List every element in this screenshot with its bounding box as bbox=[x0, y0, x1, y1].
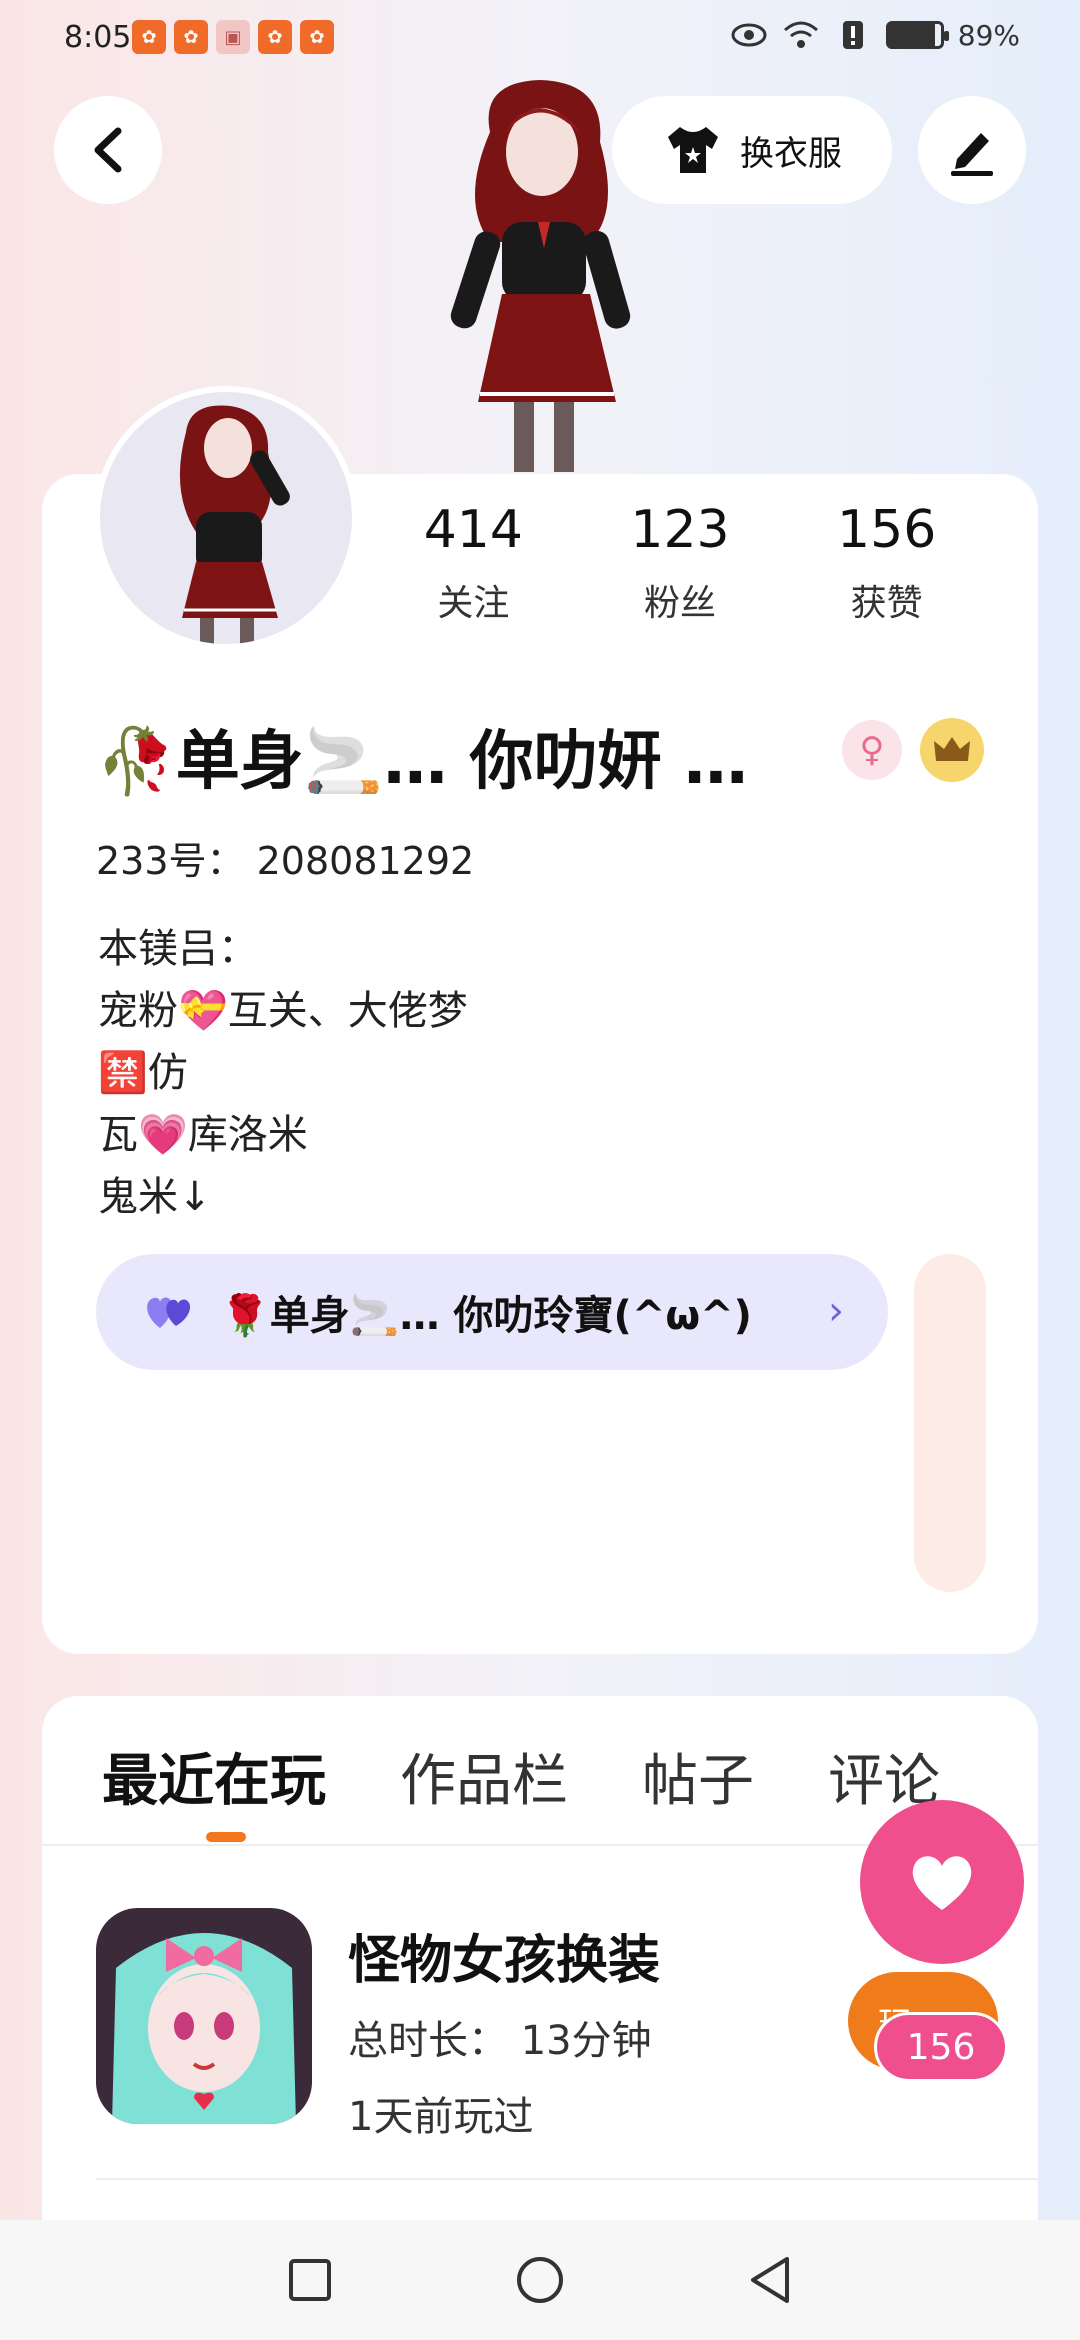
divider bbox=[96, 2178, 1038, 2180]
circle-nav-icon[interactable] bbox=[510, 2250, 570, 2310]
content-card: 最近在玩 作品栏 帖子 评论 怪物女孩换装 总时长： 13分钟 1天前玩过 玩 bbox=[42, 1696, 1038, 2256]
linked-profile-chip[interactable]: 🌹单身🚬… 你叻玲寶(^ω^) › bbox=[96, 1254, 888, 1370]
stat-label: 粉丝 bbox=[644, 583, 717, 624]
square-nav-icon[interactable] bbox=[280, 2250, 340, 2310]
battery-percent: 89% bbox=[957, 18, 1020, 52]
bio: 本镁吕： 宠粉💝互关、大佬梦 🈲仿 瓦💗库洛米 鬼米↓ bbox=[98, 926, 468, 1220]
alert-icon bbox=[834, 18, 872, 52]
tab-posts[interactable]: 帖子 bbox=[642, 1736, 754, 1817]
hearts-icon bbox=[147, 1297, 191, 1328]
tab-recent[interactable]: 最近在玩 bbox=[102, 1736, 326, 1817]
change-outfit-button[interactable]: 换衣服 bbox=[612, 96, 892, 204]
triangle-back-nav-icon[interactable] bbox=[740, 2250, 800, 2310]
heart-icon bbox=[912, 1856, 972, 1910]
battery-icon bbox=[885, 21, 949, 49]
system-nav-bar bbox=[0, 2220, 1080, 2340]
stat-following[interactable]: 414 关注 bbox=[370, 500, 577, 626]
stat-label: 获赞 bbox=[850, 583, 923, 624]
user-id: 233号： 208081292 bbox=[96, 839, 475, 883]
battery-level bbox=[888, 24, 936, 46]
tab-works[interactable]: 作品栏 bbox=[400, 1736, 568, 1817]
chevron-right-icon: › bbox=[828, 1288, 844, 1334]
wifi-icon bbox=[782, 18, 820, 52]
game-last-played: 1天前玩过 bbox=[348, 2094, 534, 2140]
crown-icon[interactable] bbox=[920, 718, 984, 782]
eye-icon bbox=[730, 18, 768, 52]
stat-value: 123 bbox=[630, 500, 730, 560]
profile-stats: 414 关注 123 粉丝 156 获赞 bbox=[370, 500, 990, 626]
stat-likes[interactable]: 156 获赞 bbox=[783, 500, 990, 626]
app-notification-icon: ✿ bbox=[258, 20, 292, 54]
tshirt-icon bbox=[668, 127, 718, 173]
edit-profile-button[interactable] bbox=[918, 96, 1026, 204]
avatar-character bbox=[179, 405, 290, 644]
app-notification-icon: ✿ bbox=[132, 20, 166, 54]
stat-value: 414 bbox=[423, 500, 523, 560]
side-decoration bbox=[914, 1254, 986, 1592]
game-title: 怪物女孩换装 bbox=[348, 1931, 661, 1991]
system-status: 89% bbox=[730, 18, 1020, 52]
back-arrow-icon bbox=[94, 127, 122, 173]
stat-label: 关注 bbox=[437, 583, 510, 624]
female-icon: ♀ bbox=[842, 720, 902, 780]
back-button[interactable] bbox=[54, 96, 162, 204]
tab-indicator bbox=[206, 1832, 246, 1842]
notification-icons: ✿ ✿ ▣ ✿ ✿ bbox=[132, 20, 334, 54]
app-notification-icon: ✿ bbox=[174, 20, 208, 54]
stat-followers[interactable]: 123 粉丝 bbox=[577, 500, 784, 626]
stat-value: 156 bbox=[837, 500, 937, 560]
like-button[interactable] bbox=[860, 1800, 1024, 1964]
game-duration: 总时长： 13分钟 bbox=[348, 2018, 652, 2064]
nickname: 🥀单身🚬… 你叻妍 … bbox=[96, 725, 748, 799]
game-icon bbox=[96, 1908, 312, 2124]
edit-pen-icon bbox=[951, 133, 993, 176]
avatar[interactable] bbox=[94, 386, 358, 650]
linked-profile-name: 🌹单身🚬… 你叻玲寶(^ω^) bbox=[220, 1293, 752, 1339]
change-outfit-label: 换衣服 bbox=[740, 133, 842, 174]
name-row: 🥀单身🚬… 你叻妍 … ♀ bbox=[96, 710, 996, 802]
app-notification-icon: ✿ bbox=[300, 20, 334, 54]
app-notification-icon: ▣ bbox=[216, 20, 250, 54]
status-time: 8:05 bbox=[64, 20, 132, 55]
like-count: 156 bbox=[874, 2012, 1008, 2082]
status-bar: 8:05 ✿ ✿ ▣ ✿ ✿ 89% bbox=[0, 0, 1080, 80]
